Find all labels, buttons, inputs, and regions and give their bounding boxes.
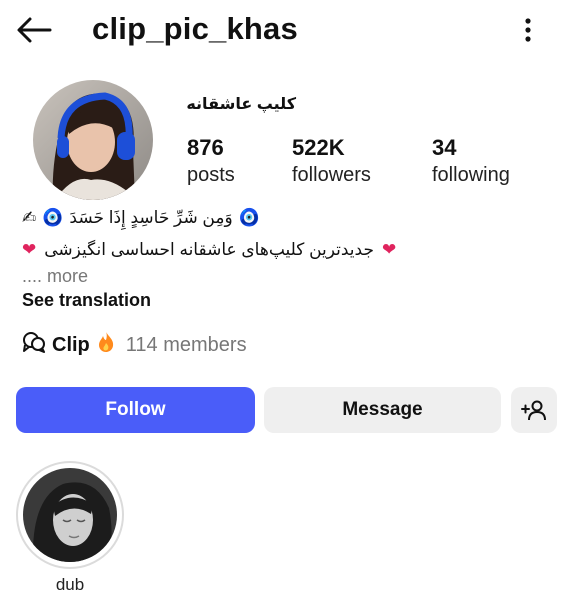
back-arrow-icon[interactable]	[16, 14, 52, 46]
red-heart-emoji-icon: ❤	[381, 240, 397, 259]
red-heart-emoji-icon: ❤	[22, 240, 37, 259]
following-label: following	[432, 164, 510, 186]
followers-label: followers	[292, 164, 371, 186]
bio-line-1: ✍ 🧿 وَمِن شَرِّ حَاسِدٍ إِذَا حَسَدَ 🧿	[22, 208, 260, 228]
message-button[interactable]: Message	[264, 387, 501, 433]
posts-label: posts	[187, 164, 235, 186]
posts-stat[interactable]: 876 posts	[187, 134, 235, 188]
channel-members-count: 114 members	[125, 333, 247, 356]
following-count: 34	[432, 135, 457, 160]
channel-name: Clip	[52, 333, 90, 356]
highlight-label: dub	[55, 575, 85, 594]
suggest-people-button[interactable]	[511, 387, 557, 433]
followers-stat[interactable]: 522K followers	[292, 134, 371, 188]
fire-emoji-icon	[96, 331, 116, 359]
see-translation-link[interactable]: See translation	[22, 290, 151, 311]
more-options-icon[interactable]	[516, 14, 540, 46]
followers-count: 522K	[292, 135, 345, 160]
bio-description-text: جدیدترین کلیپ‌های عاشقانه احساسی انگیزشی	[44, 240, 374, 259]
bio-verse-text: وَمِن شَرِّ حَاسِدٍ إِذَا حَسَدَ	[69, 208, 233, 227]
broadcast-channel-link[interactable]: Clip 114 members	[22, 331, 247, 359]
posts-count: 876	[187, 135, 224, 160]
bio-more-link[interactable]: .... more	[22, 266, 88, 287]
profile-username: clip_pic_khas	[92, 11, 298, 46]
profile-display-name: کلیپ عاشقانه	[186, 96, 296, 113]
add-person-icon	[521, 400, 546, 421]
highlight-thumbnail[interactable]	[23, 468, 117, 562]
top-bar: clip_pic_khas	[0, 0, 575, 60]
writing-hand-emoji-icon: ✍	[22, 208, 37, 227]
following-stat[interactable]: 34 following	[432, 134, 510, 188]
profile-avatar[interactable]	[33, 80, 153, 200]
bio-line-2: ❤ جدیدترین کلیپ‌های عاشقانه احساسی انگیز…	[22, 240, 396, 260]
nazar-amulet-emoji-icon: 🧿	[42, 208, 64, 227]
channel-bubbles-icon	[22, 331, 46, 359]
follow-button[interactable]: Follow	[16, 387, 255, 433]
nazar-amulet-emoji-icon: 🧿	[238, 208, 260, 227]
